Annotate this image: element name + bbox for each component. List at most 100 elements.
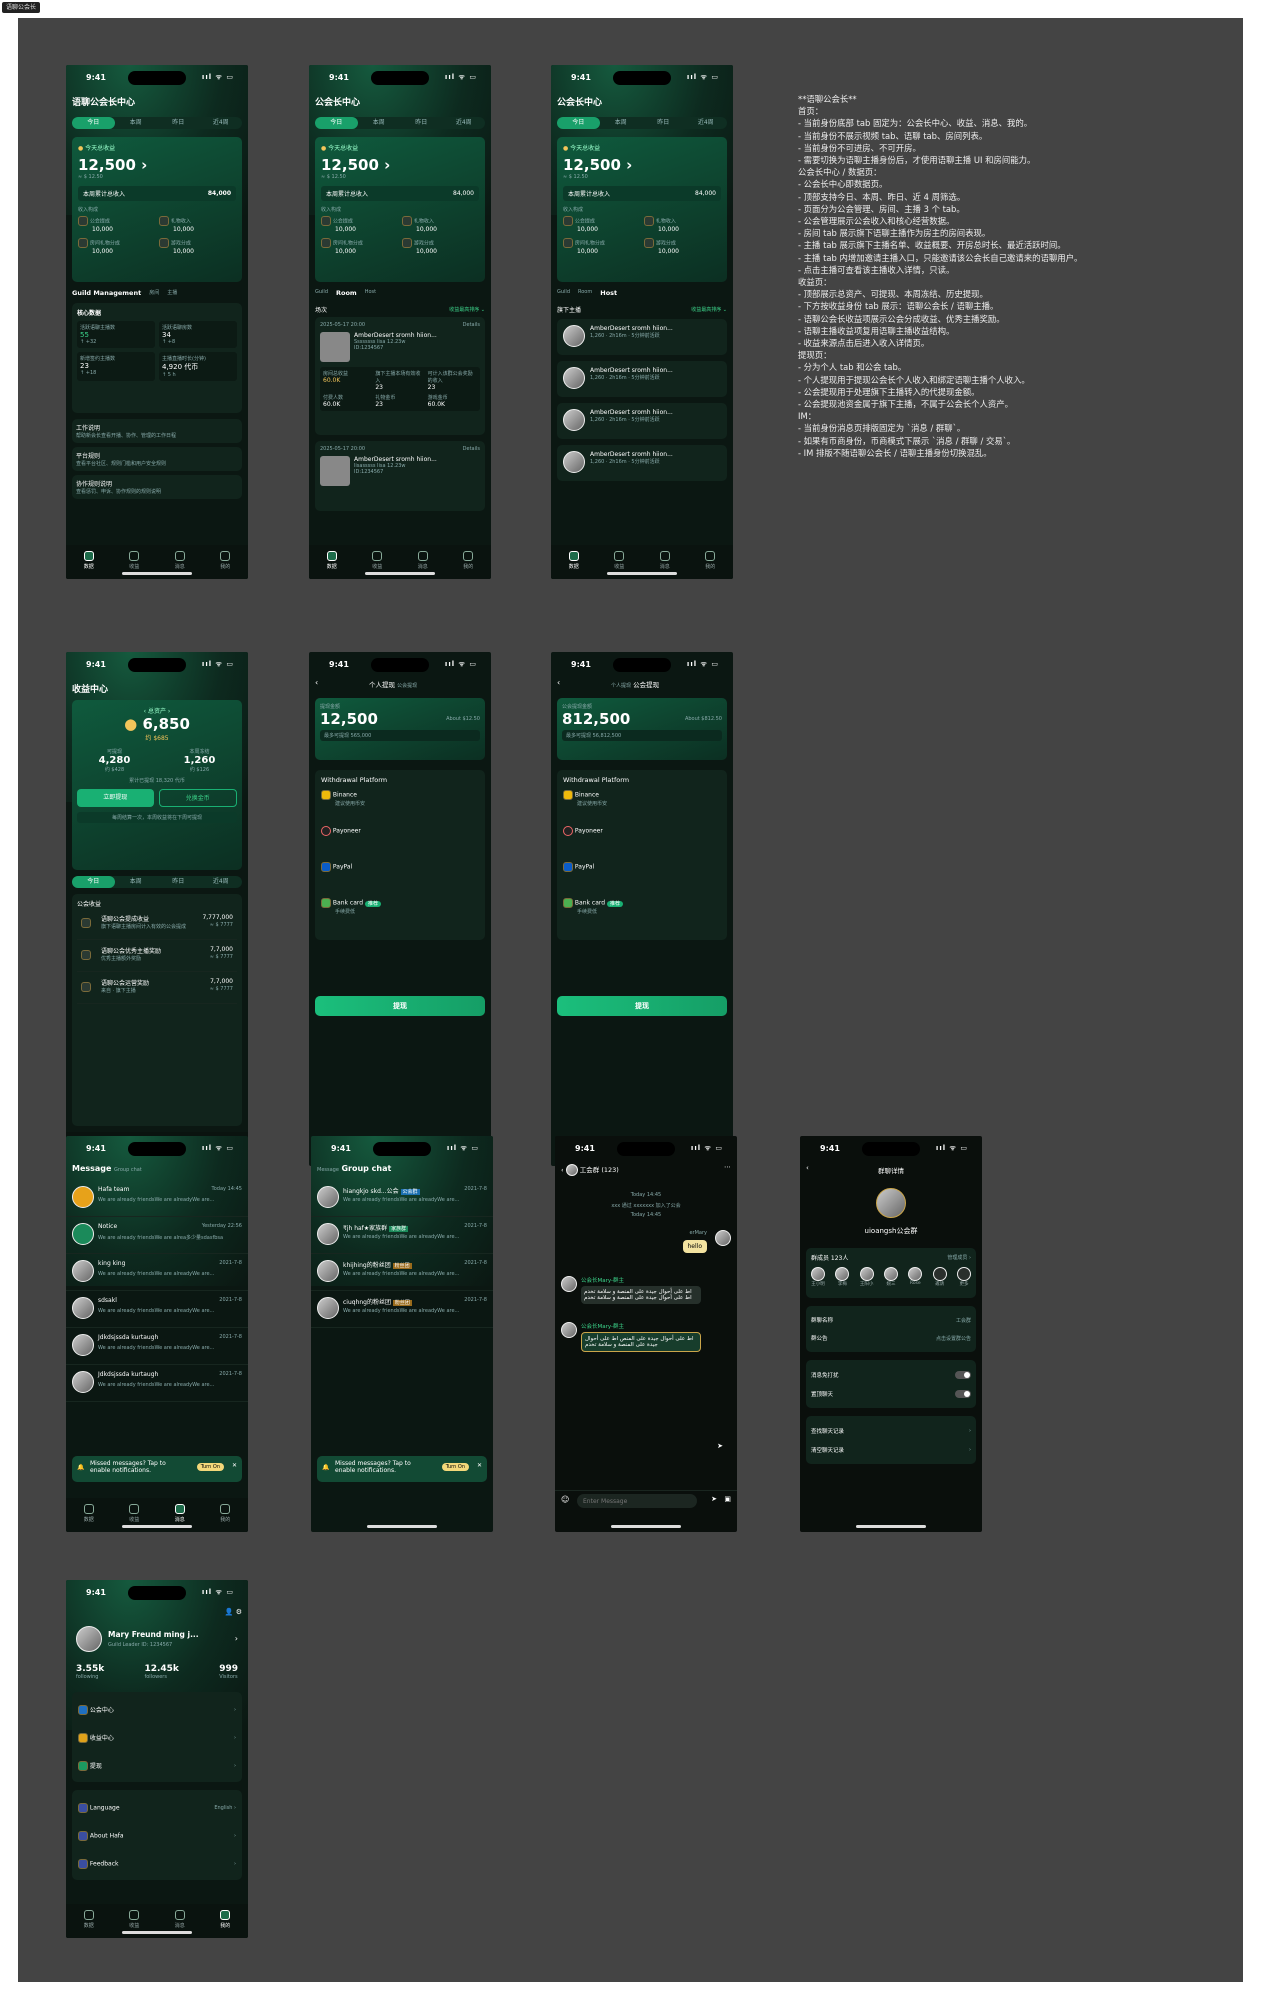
withdraw-submit-button[interactable]: 提现 xyxy=(557,996,727,1016)
tabbar-me[interactable]: 我的 xyxy=(695,551,725,579)
tab-group-chat[interactable]: Group chat xyxy=(341,1164,391,1173)
platform-paypal[interactable]: PayPal xyxy=(563,862,721,898)
exchange-button[interactable]: 兑换金币 xyxy=(158,789,237,807)
group-item[interactable]: khijhing的粉丝团 粉丝团 2021-7-8 We are already f… xyxy=(311,1254,493,1291)
host-item[interactable]: AmberDesert sromh hiion... 1,260 · 2h16m … xyxy=(557,403,727,439)
tab-week[interactable]: 本周 xyxy=(115,876,158,888)
menu-withdraw[interactable]: 提现 › xyxy=(78,1752,236,1780)
platform-bank[interactable]: Bank card 推荐 手续费低 xyxy=(563,898,721,934)
close-icon[interactable]: ✕ xyxy=(477,1462,482,1469)
link-rules[interactable]: 平台规则 查看平台社区、规则门槛和用户安全规则 xyxy=(72,447,242,471)
tab-week[interactable]: 本周 xyxy=(115,117,158,129)
today-value[interactable]: 12,500 xyxy=(78,156,136,174)
more-icon[interactable]: ⋯ xyxy=(724,1163,731,1171)
host-item[interactable]: AmberDesert sromh hiion... 1,260 · 2h16m … xyxy=(557,445,727,481)
income-item[interactable]: 语聊公会提成收益 旗下语聊主播房间计入有效的公会提成 7,777,000 ≈ $ 77… xyxy=(77,908,237,940)
tab-yesterday[interactable]: 昨日 xyxy=(400,117,443,129)
platform-paypal[interactable]: PayPal xyxy=(321,862,479,898)
image-icon[interactable]: ▣ xyxy=(724,1495,731,1503)
group-name-row[interactable]: 群聊名称 工会群 xyxy=(811,1311,971,1329)
menu-feedback[interactable]: Feedback › xyxy=(78,1850,236,1878)
tab-4weeks[interactable]: 近4周 xyxy=(685,117,728,129)
tab-personal[interactable]: 个人提现 xyxy=(611,683,631,689)
tab-host[interactable]: Host xyxy=(365,289,376,297)
menu-language[interactable]: Language English › xyxy=(78,1794,236,1822)
turn-on-button[interactable]: Turn On xyxy=(441,1463,469,1471)
gear-icon[interactable]: ⚙ xyxy=(236,1608,242,1616)
tab-room[interactable]: Room xyxy=(578,289,592,297)
back-icon[interactable]: ‹ xyxy=(315,678,318,687)
tab-week[interactable]: 本周 xyxy=(600,117,643,129)
stat-visitors[interactable]: 999 Visitors xyxy=(219,1664,238,1680)
host-item[interactable]: AmberDesert sromh hiion... 1,260 · 2h16m … xyxy=(557,319,727,355)
menu-income-center[interactable]: 收益中心 › xyxy=(78,1724,236,1752)
tab-guild-withdraw[interactable]: 公会提现 xyxy=(633,681,659,689)
menu-about[interactable]: About Hafa › xyxy=(78,1822,236,1850)
tab-message[interactable]: Message xyxy=(317,1167,339,1173)
tab-today[interactable]: 今日 xyxy=(72,117,115,129)
group-item[interactable]: hiangkjo skd...公会 公会群 2021-7-8 We are alre… xyxy=(311,1180,493,1217)
tab-today[interactable]: 今日 xyxy=(557,117,600,129)
message-item[interactable]: sdsakl 2021-7-8 We are already friendsWe a… xyxy=(66,1291,248,1328)
tabbar-me[interactable]: 我的 xyxy=(210,1504,240,1532)
back-icon[interactable]: ‹ xyxy=(561,1166,564,1174)
more-members-button[interactable]: 更多 xyxy=(956,1267,971,1287)
host-item[interactable]: AmberDesert sromh hiion... 1,260 · 2h16m … xyxy=(557,361,727,397)
tab-4weeks[interactable]: 近4周 xyxy=(200,117,243,129)
tab-guild[interactable]: Guild xyxy=(315,289,328,297)
tabbar-data[interactable]: 数据 xyxy=(74,1910,104,1938)
group-notice-row[interactable]: 群公告 点击设置群公告 xyxy=(811,1329,971,1347)
user-settings-icon[interactable]: 👤 xyxy=(225,1608,234,1616)
message-item[interactable]: Jdkdsjssda kurtaugh 2021-7-8 We are alread… xyxy=(66,1365,248,1402)
stat-following[interactable]: 3.55k following xyxy=(76,1664,104,1680)
tabbar-data[interactable]: 数据 xyxy=(317,551,347,579)
withdraw-button[interactable]: 立即提现 xyxy=(77,789,154,807)
chevron-right-icon[interactable]: › xyxy=(235,1634,238,1643)
group-item[interactable]: ciuqhng的粉丝团 粉丝团 2021-7-8 We are already fr… xyxy=(311,1291,493,1328)
income-item[interactable]: 语聊公会运营奖励 来自 · 旗下主播 7,7,000 ≈ $ 7777 xyxy=(77,972,237,1004)
message-input[interactable] xyxy=(577,1494,697,1508)
platform-bank[interactable]: Bank card 推荐 手续费低 xyxy=(321,898,479,934)
back-icon[interactable]: ‹ xyxy=(557,678,560,687)
manage-members-link[interactable]: 管理成员 › xyxy=(947,1254,971,1261)
tabbar-me[interactable]: 我的 xyxy=(210,551,240,579)
message-item[interactable]: Jdkdsjssda kurtaugh 2021-7-8 We are alread… xyxy=(66,1328,248,1365)
details-link[interactable]: Details xyxy=(463,322,480,328)
platform-payoneer[interactable]: Payoneer xyxy=(563,826,721,862)
close-icon[interactable]: ✕ xyxy=(232,1462,237,1469)
tab-personal[interactable]: 个人提现 xyxy=(369,681,395,689)
tabbar-me[interactable]: 我的 xyxy=(453,551,483,579)
tab-guild[interactable]: Guild Management xyxy=(72,289,141,297)
tab-room[interactable]: 房间 xyxy=(149,289,159,297)
tab-4weeks[interactable]: 近4周 xyxy=(200,876,243,888)
tab-yesterday[interactable]: 昨日 xyxy=(157,876,200,888)
room-card[interactable]: 2025-05-17 20:00 Details AmberDesert srom… xyxy=(315,317,485,435)
message-item[interactable]: Notice Yesterday 22:56 We are already frie… xyxy=(66,1217,248,1254)
tab-host[interactable]: Host xyxy=(600,289,617,297)
tab-room[interactable]: Room xyxy=(336,289,357,297)
clear-history-row[interactable]: 清空聊天记录 › xyxy=(811,1440,971,1459)
turn-on-button[interactable]: Turn On xyxy=(196,1463,224,1471)
sort-dropdown[interactable]: 收益最高排序 ⌄ xyxy=(691,306,727,313)
tabbar-data[interactable]: 数据 xyxy=(74,1504,104,1532)
group-item[interactable]: ₹jh haf★家族群 家族群 2021-7-8 We are already fr… xyxy=(311,1217,493,1254)
tabbar-data[interactable]: 数据 xyxy=(559,551,589,579)
platform-binance[interactable]: Binance 建议使用币安 xyxy=(563,790,721,826)
sort-dropdown[interactable]: 收益最高排序 ⌄ xyxy=(449,306,485,313)
tab-guild-withdraw[interactable]: 公会提现 xyxy=(397,683,417,689)
platform-binance[interactable]: Binance 建议使用币安 xyxy=(321,790,479,826)
search-history-row[interactable]: 查找聊天记录 › xyxy=(811,1421,971,1440)
pin-toggle[interactable] xyxy=(955,1389,971,1398)
tab-message[interactable]: Message xyxy=(72,1164,111,1173)
withdraw-submit-button[interactable]: 提现 xyxy=(315,996,485,1016)
message-item[interactable]: Hafa team Today 14:45 We are already frien… xyxy=(66,1180,248,1217)
emoji-icon[interactable]: ☺ xyxy=(561,1495,569,1504)
platform-payoneer[interactable]: Payoneer xyxy=(321,826,479,862)
tab-host[interactable]: 主播 xyxy=(167,289,177,297)
room-card[interactable]: 2025-05-17 20:00 Details AmberDesert srom… xyxy=(315,441,485,511)
mute-toggle[interactable] xyxy=(955,1370,971,1379)
tab-group-chat[interactable]: Group chat xyxy=(114,1167,142,1173)
tab-yesterday[interactable]: 昨日 xyxy=(157,117,200,129)
tabbar-me[interactable]: 我的 xyxy=(210,1910,240,1938)
message-item[interactable]: king king 2021-7-8 We are already friendsW… xyxy=(66,1254,248,1291)
